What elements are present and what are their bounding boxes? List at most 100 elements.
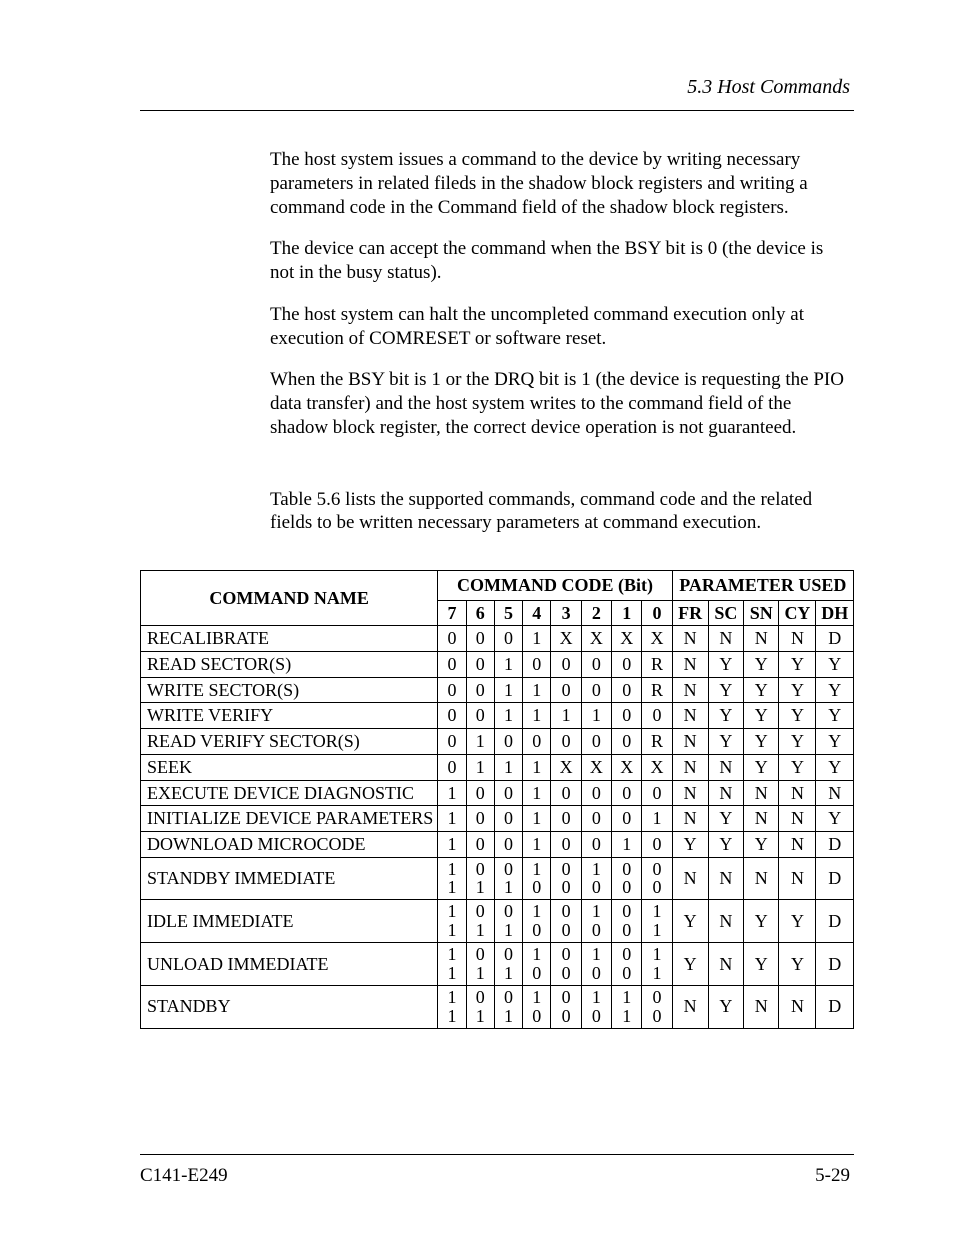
- command-table: COMMAND NAME COMMAND CODE (Bit) PARAMETE…: [140, 570, 854, 1029]
- command-name-cell: SEEK: [141, 754, 438, 780]
- bit-cell: 0: [438, 626, 466, 652]
- bit-cell: 10: [581, 943, 611, 986]
- bit-cell: 1: [523, 754, 551, 780]
- command-name-cell: STANDBY IMMEDIATE: [141, 857, 438, 900]
- param-cell: Y: [744, 943, 779, 986]
- bit-cell: 01: [466, 985, 494, 1028]
- bit-cell: 00: [642, 857, 672, 900]
- bit-cell: 00: [551, 943, 581, 986]
- param-cell: Y: [779, 754, 816, 780]
- table-row: WRITE SECTOR(S)0011000RNYYYY: [141, 677, 854, 703]
- bit-cell: 11: [642, 900, 672, 943]
- command-name-cell: UNLOAD IMMEDIATE: [141, 943, 438, 986]
- bit-cell: 1: [494, 754, 522, 780]
- param-cell: D: [816, 943, 854, 986]
- col-header-bit: 2: [581, 600, 611, 626]
- command-name-cell: IDLE IMMEDIATE: [141, 900, 438, 943]
- param-cell: Y: [779, 652, 816, 678]
- param-cell: N: [816, 780, 854, 806]
- bit-cell: 10: [523, 900, 551, 943]
- param-cell: D: [816, 626, 854, 652]
- bit-cell: X: [581, 626, 611, 652]
- param-cell: Y: [744, 831, 779, 857]
- param-cell: Y: [816, 677, 854, 703]
- param-cell: Y: [744, 652, 779, 678]
- param-cell: N: [672, 703, 708, 729]
- bit-cell: 0: [494, 780, 522, 806]
- param-cell: N: [779, 806, 816, 832]
- param-cell: Y: [779, 677, 816, 703]
- bit-cell: 10: [581, 857, 611, 900]
- param-cell: N: [708, 900, 743, 943]
- bit-cell: 0: [581, 652, 611, 678]
- param-cell: N: [708, 626, 743, 652]
- param-cell: N: [779, 780, 816, 806]
- param-cell: N: [672, 780, 708, 806]
- param-cell: N: [744, 857, 779, 900]
- bit-cell: 0: [466, 703, 494, 729]
- param-cell: Y: [708, 831, 743, 857]
- bit-cell: 0: [438, 677, 466, 703]
- table-row: STANDBY1101011000101100NYNND: [141, 985, 854, 1028]
- col-header-param: FR: [672, 600, 708, 626]
- bit-cell: 0: [581, 729, 611, 755]
- param-cell: Y: [708, 729, 743, 755]
- param-cell: Y: [779, 943, 816, 986]
- param-cell: Y: [708, 806, 743, 832]
- param-cell: Y: [744, 754, 779, 780]
- body-text: The host system issues a command to the …: [270, 148, 850, 553]
- table-row: SEEK0111XXXXNNYYY: [141, 754, 854, 780]
- section-header: 5.3 Host Commands: [687, 76, 850, 99]
- bit-cell: 1: [523, 831, 551, 857]
- table-body: RECALIBRATE0001XXXXNNNNDREAD SECTOR(S)00…: [141, 626, 854, 1028]
- col-header-bit: 3: [551, 600, 581, 626]
- bit-cell: 11: [438, 943, 466, 986]
- param-cell: N: [672, 626, 708, 652]
- command-name-cell: INITIALIZE DEVICE PARAMETERS: [141, 806, 438, 832]
- param-cell: N: [744, 780, 779, 806]
- bit-cell: 1: [494, 703, 522, 729]
- bit-cell: 10: [581, 900, 611, 943]
- command-name-cell: STANDBY: [141, 985, 438, 1028]
- bit-cell: X: [612, 754, 642, 780]
- bit-cell: 1: [494, 677, 522, 703]
- paragraph: The device can accept the command when t…: [270, 237, 850, 285]
- bit-cell: 0: [551, 831, 581, 857]
- bit-cell: 1: [438, 831, 466, 857]
- bit-cell: 00: [612, 857, 642, 900]
- bit-cell: 0: [494, 831, 522, 857]
- bit-cell: 0: [466, 677, 494, 703]
- param-cell: N: [672, 652, 708, 678]
- bit-cell: 0: [642, 780, 672, 806]
- param-cell: N: [779, 857, 816, 900]
- table-row: WRITE VERIFY00111100NYYYY: [141, 703, 854, 729]
- bit-cell: 11: [438, 900, 466, 943]
- bit-cell: X: [612, 626, 642, 652]
- bit-cell: 1: [523, 677, 551, 703]
- param-cell: D: [816, 831, 854, 857]
- param-cell: Y: [816, 754, 854, 780]
- bit-cell: 0: [466, 652, 494, 678]
- bit-cell: 1: [466, 729, 494, 755]
- paragraph: The host system can halt the uncompleted…: [270, 303, 850, 351]
- footer-page-number: 5-29: [815, 1165, 850, 1187]
- bit-cell: 1: [523, 626, 551, 652]
- param-cell: Y: [708, 677, 743, 703]
- param-cell: Y: [672, 831, 708, 857]
- bit-cell: 1: [438, 780, 466, 806]
- page: 5.3 Host Commands The host system issues…: [0, 0, 954, 1235]
- bit-cell: 11: [612, 985, 642, 1028]
- bit-cell: 11: [438, 985, 466, 1028]
- bit-cell: X: [642, 626, 672, 652]
- table-row: READ SECTOR(S)0010000RNYYYY: [141, 652, 854, 678]
- table-row: READ VERIFY SECTOR(S)0100000RNYYYY: [141, 729, 854, 755]
- bit-cell: 0: [581, 677, 611, 703]
- bit-cell: 0: [581, 806, 611, 832]
- bit-cell: 1: [581, 703, 611, 729]
- paragraph: When the BSY bit is 1 or the DRQ bit is …: [270, 368, 850, 439]
- bit-cell: 01: [494, 985, 522, 1028]
- param-cell: N: [672, 677, 708, 703]
- bit-cell: 0: [551, 729, 581, 755]
- param-cell: N: [672, 754, 708, 780]
- bit-cell: 01: [494, 943, 522, 986]
